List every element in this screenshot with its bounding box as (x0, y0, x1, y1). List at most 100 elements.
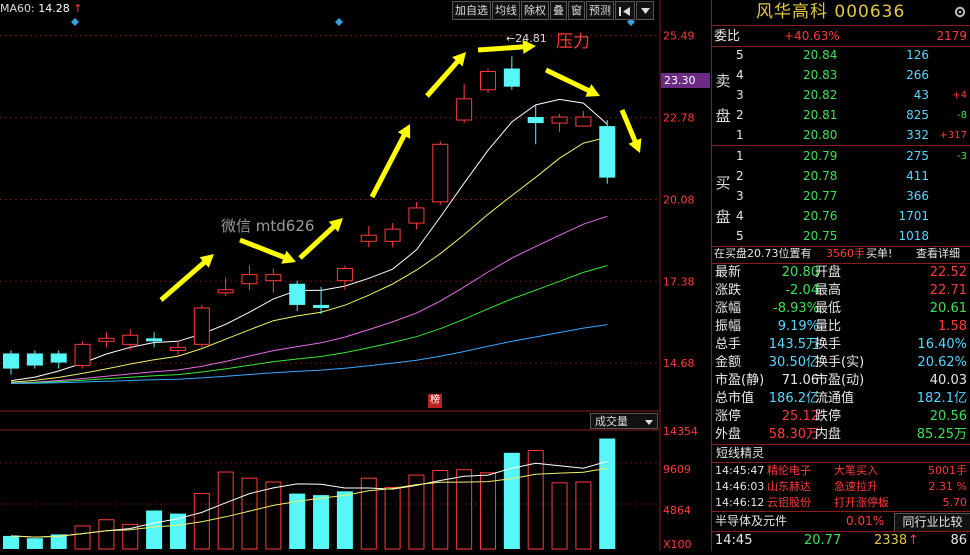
peak-price-label: ←24.81 (506, 32, 547, 45)
rank-badge[interactable]: 榜 (428, 394, 442, 408)
view-detail-link[interactable]: 查看详细 (916, 245, 960, 263)
stat-value: 1.58 (938, 319, 967, 334)
stat-label: 外盘 (715, 427, 742, 442)
price-axis-label: 22.78 (663, 112, 695, 125)
last-tick-volume: 2338 (874, 533, 908, 548)
volume-bar-up (217, 471, 234, 550)
bid-price: 20.79 (803, 149, 838, 163)
ask-row[interactable]: 5 20.84 126 (712, 45, 970, 66)
bid-level: 4 (736, 209, 744, 223)
ask-row[interactable]: 4 20.83 266 (712, 65, 970, 86)
moving-average-button[interactable]: 均线 (492, 1, 520, 20)
volume-indicator-select[interactable]: 成交量 (590, 413, 658, 429)
short-line-item[interactable]: 14:45:47 精伦电子 大笔买入 5001手 (712, 463, 970, 478)
event-marker[interactable] (71, 18, 79, 26)
ask-row[interactable]: 2 20.81 825 -8 (712, 105, 970, 126)
stat-value: 20.56 (929, 409, 967, 424)
candle-down (599, 126, 616, 178)
short-line-stock: 云铝股份 (767, 496, 811, 509)
settings-icon[interactable] (953, 5, 967, 22)
bid-row[interactable]: 2 20.78 411 (712, 166, 970, 187)
stat-value: 182.1亿 (916, 391, 967, 406)
volume-multiplier: X100 (663, 538, 692, 551)
volume-bar-down (26, 538, 43, 549)
candle-up (360, 234, 377, 242)
bid-row[interactable]: 4 20.76 1701 (712, 206, 970, 227)
current-price-tag: 23.30 (661, 73, 710, 88)
last-tick-time: 14:45 (715, 533, 753, 548)
volume-bar-up (98, 519, 115, 550)
window-button[interactable]: 窗 (568, 1, 585, 20)
candle-down (3, 353, 19, 369)
industry-compare-button[interactable]: 同行业比较 (894, 513, 970, 532)
volume-indicator-label: 成交量 (595, 415, 628, 428)
stat-row: 金额 30.50亿 换手(实) 20.62% (712, 354, 970, 371)
stat-row: 总手 143.5万 换手 16.40% (712, 336, 970, 353)
bid-price: 20.78 (803, 169, 838, 183)
stat-label: 开盘 (815, 265, 842, 280)
bid-row[interactable]: 5 20.75 1018 (712, 226, 970, 247)
dropdown-arrow-icon[interactable] (636, 1, 654, 20)
price-axis-label: 17.38 (663, 275, 695, 288)
stat-label: 涨跌 (715, 283, 742, 298)
volume-axis-low: 4864 (663, 504, 691, 517)
watermark-text: 微信 mtd626 (221, 217, 315, 235)
candle-up (193, 307, 210, 345)
volume-bar-up (384, 486, 401, 550)
short-line-header[interactable]: 短线精灵 (712, 444, 970, 462)
stat-value: 9.19% (777, 319, 819, 334)
short-line-time: 14:45:47 (715, 464, 765, 477)
stat-value: 71.06 (781, 373, 819, 388)
ask-row[interactable]: 3 20.82 43 +4 (712, 85, 970, 106)
trend-arrow (239, 237, 296, 264)
kline-chart-svg[interactable]: 25.49 22.78 20.08 17.38 14.68 (0, 0, 710, 551)
bid-row[interactable]: 3 20.77 366 (712, 186, 970, 207)
bid-price: 20.76 (803, 209, 838, 223)
candle-up (456, 98, 473, 121)
ask-level: 5 (736, 48, 744, 62)
trend-arrow (544, 67, 600, 97)
sector-row[interactable]: 半导体及元件 0.01% 同行业比较 (712, 512, 970, 532)
order-ratio-row: 委比 +40.63% 2179 (712, 26, 970, 47)
big-order-notice[interactable]: 在买盘20.73位置有 3560手 买单! 查看详细 (712, 245, 970, 263)
quote-panel: 风华高科 000636 委比 +40.63% 2179 卖 盘 5 20.84 12… (711, 0, 970, 551)
sector-name: 半导体及元件 (715, 514, 788, 528)
add-favorite-button[interactable]: 加自选 (452, 1, 491, 20)
bid-volume: 1701 (898, 209, 929, 223)
stock-title: 风华高科 000636 (712, 0, 970, 25)
bid-volume: 366 (906, 189, 929, 203)
short-line-item[interactable]: 14:46:12 云铝股份 打开涨停板 5.70 (712, 495, 970, 510)
short-line-title: 短线精灵 (716, 446, 765, 460)
stat-label: 换手 (815, 337, 842, 352)
ma10-line (10, 136, 608, 383)
volume-axis-mid: 9609 (663, 463, 691, 476)
bid-volume: 1018 (898, 229, 929, 243)
stat-row: 市盈(静) 71.06 市盈(动) 40.03 (712, 372, 970, 389)
sector-change: 0.01% (846, 514, 885, 528)
panel-toggle-icon[interactable] (615, 1, 635, 20)
ask-row[interactable]: 1 20.80 332 +317 (712, 125, 970, 146)
forecast-button[interactable]: 预测 (586, 1, 614, 20)
short-line-item[interactable]: 14:46:03 山东赫达 急速拉升 2.31 % (712, 479, 970, 494)
trend-arrow (369, 124, 411, 199)
stat-value: 22.52 (929, 265, 967, 280)
stat-row: 涨跌 -2.04 最高 22.71 (712, 282, 970, 299)
price-axis-label: 25.49 (663, 29, 695, 42)
stat-label: 市盈(动) (815, 373, 865, 388)
ask-price: 20.83 (803, 68, 838, 82)
stat-value: 143.5万 (768, 337, 819, 352)
candle-up (169, 346, 186, 351)
stat-row: 涨幅 -8.93% 最低 20.61 (712, 300, 970, 317)
ex-rights-button[interactable]: 除权 (521, 1, 549, 20)
volume-bar-up (480, 472, 496, 550)
candle-down (146, 338, 163, 342)
event-marker[interactable] (335, 18, 343, 26)
overlay-button[interactable]: 叠 (550, 1, 567, 20)
kline-chart-area[interactable]: 25.49 22.78 20.08 17.38 14.68 MA60: 14.28 ↑ … (0, 0, 710, 551)
volume-axis-top: 14354 (663, 425, 698, 438)
stat-label: 最低 (815, 301, 842, 316)
stat-value: 20.61 (929, 301, 967, 316)
bid-row[interactable]: 1 20.79 275 -3 (712, 146, 970, 167)
ask-price: 20.82 (803, 88, 838, 102)
short-line-event: 急速拉升 (834, 480, 878, 493)
